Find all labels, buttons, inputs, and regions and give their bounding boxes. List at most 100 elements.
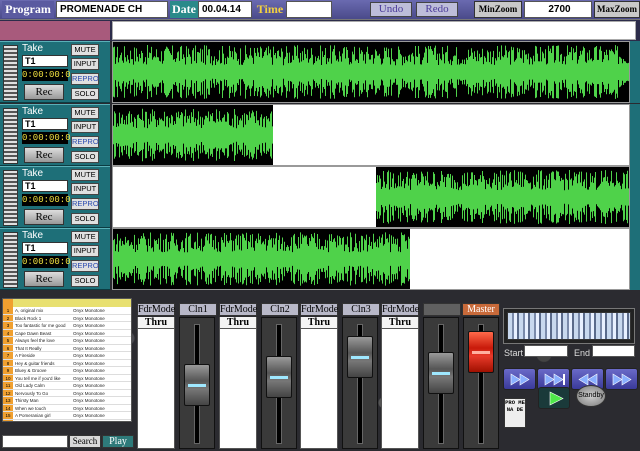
repro-button[interactable]: REPRO: [71, 260, 99, 272]
take-label: Take: [22, 43, 44, 54]
rewind-button[interactable]: [503, 368, 536, 390]
solo-button[interactable]: SOLO: [71, 213, 99, 225]
take-field[interactable]: T1: [22, 242, 68, 254]
mute-button[interactable]: MUTE: [71, 107, 99, 119]
rec-button[interactable]: Rec: [24, 84, 64, 100]
playlist-row-artist: Onyx Monotone: [73, 360, 105, 366]
playlist-row[interactable]: 7 A Fireside Onyx Monotone: [3, 352, 131, 360]
solo-button[interactable]: SOLO: [71, 88, 99, 100]
date-field[interactable]: 00.04.14: [198, 1, 252, 18]
fdrmode-value[interactable]: Thru: [220, 317, 256, 329]
playlist-row[interactable]: 10 You tell me if you'd like Onyx Monoto…: [3, 374, 131, 382]
maxzoom-button[interactable]: MaxZoom: [594, 1, 640, 18]
track-control-panel: Take T1 0:00:00:0 Rec MUTE INPUT REPRO S…: [0, 228, 110, 290]
playlist-row[interactable]: 8 Hey & guitar friends Onyx Monotone: [3, 359, 131, 367]
channel-fader[interactable]: [342, 317, 378, 449]
mute-button[interactable]: MUTE: [71, 231, 99, 243]
input-button[interactable]: INPUT: [71, 183, 99, 195]
rec-button[interactable]: Rec: [24, 209, 64, 225]
play-list-button[interactable]: Play: [102, 435, 134, 448]
playlist-row-num: 8: [3, 359, 13, 366]
master-fader-knob[interactable]: [468, 331, 494, 373]
playlist-row[interactable]: 12 Nervously To Go Onyx Monotone: [3, 389, 131, 397]
waveform-area[interactable]: [112, 166, 630, 228]
timeline-ruler[interactable]: [112, 21, 636, 40]
input-button[interactable]: INPUT: [71, 121, 99, 133]
channel-fader[interactable]: [179, 317, 215, 449]
standby-button[interactable]: Standby: [576, 385, 606, 407]
playlist-row[interactable]: 13 Thirsty Man Onyx Monotone: [3, 397, 131, 405]
playlist-table[interactable]: 1 A, original mix Onyx Monotone 2 Black …: [2, 298, 132, 422]
rec-button[interactable]: Rec: [24, 147, 64, 163]
playlist-row[interactable]: 6 That It Really Onyx Monotone: [3, 344, 131, 352]
search-input[interactable]: [2, 435, 68, 448]
minzoom-button[interactable]: MinZoom: [474, 1, 522, 18]
playlist-row[interactable]: 14 When we touch Onyx Monotone: [3, 404, 131, 412]
redo-button[interactable]: Redo: [416, 2, 458, 17]
take-label: Take: [22, 230, 44, 241]
solo-button[interactable]: SOLO: [71, 151, 99, 163]
undo-button[interactable]: Undo: [370, 2, 412, 17]
playlist-row[interactable]: 16 Go ahead to take you home Onyx Monoto…: [3, 419, 131, 421]
repro-button[interactable]: REPRO: [71, 136, 99, 148]
input-button[interactable]: INPUT: [71, 58, 99, 70]
play-button[interactable]: [538, 387, 570, 409]
search-button[interactable]: Search: [69, 435, 101, 448]
playlist-row[interactable]: 11 Old Lady Calm Onyx Monotone: [3, 382, 131, 390]
fdrmode-value[interactable]: Thru: [301, 317, 337, 329]
playlist-row-title: Hey & guitar friends: [15, 360, 55, 366]
fdrmode-value[interactable]: Thru: [382, 317, 418, 329]
waveform: [113, 229, 410, 289]
playlist-header-num: [3, 299, 13, 307]
playlist-row[interactable]: 4 Cape Dawn Beast Onyx Monotone: [3, 329, 131, 337]
playlist-row[interactable]: 5 Always feel the love Onyx Monotone: [3, 337, 131, 345]
repro-button[interactable]: REPRO: [71, 198, 99, 210]
fdrmode-panel[interactable]: [381, 317, 419, 449]
skip-forward-button[interactable]: [605, 368, 638, 390]
play-icon: [549, 391, 564, 406]
playlist-row[interactable]: 15 A Pomeranian girl Onyx Monotone: [3, 412, 131, 420]
zoom-field[interactable]: 2700: [524, 1, 592, 18]
playlist-header-title: [13, 299, 71, 307]
input-button[interactable]: INPUT: [71, 245, 99, 257]
playlist-row[interactable]: 2 Black Rock 1 Onyx Monotone: [3, 314, 131, 322]
playlist-row-artist: Onyx Monotone: [73, 308, 105, 313]
channel-label: Cln1: [179, 303, 217, 316]
mute-button[interactable]: MUTE: [71, 169, 99, 181]
waveform-area[interactable]: [112, 104, 630, 166]
repro-button[interactable]: REPRO: [71, 73, 99, 85]
program-field[interactable]: PROMENADE CH: [56, 1, 168, 18]
fader-knob[interactable]: [347, 336, 373, 378]
fader-knob[interactable]: [428, 352, 454, 394]
channel-fader[interactable]: [261, 317, 297, 449]
playlist-row[interactable]: 9 Bluey & Groove Onyx Monotone: [3, 367, 131, 375]
playlist-row-num: 6: [3, 344, 13, 351]
end-field[interactable]: [592, 345, 635, 357]
rec-button[interactable]: Rec: [24, 271, 64, 287]
fdrmode-panel[interactable]: [219, 317, 257, 449]
channel-fader[interactable]: [423, 317, 459, 449]
fdrmode-value[interactable]: Thru: [138, 317, 174, 329]
playlist-row[interactable]: 3 Too fantastic for me good Onyx Monoton…: [3, 322, 131, 330]
take-label: Take: [22, 106, 44, 117]
start-field[interactable]: [524, 345, 568, 357]
fader-knob[interactable]: [266, 356, 292, 398]
master-fader[interactable]: [463, 317, 499, 449]
time-field[interactable]: [286, 1, 332, 18]
take-field[interactable]: T1: [22, 180, 68, 192]
track-ruler: [3, 108, 18, 164]
waveform-area[interactable]: [112, 228, 630, 290]
solo-button[interactable]: SOLO: [71, 275, 99, 287]
playlist-row[interactable]: 1 A, original mix Onyx Monotone: [3, 307, 131, 315]
fdrmode-panel[interactable]: [300, 317, 338, 449]
fdrmode-panel[interactable]: [137, 317, 175, 449]
track-edge: [630, 166, 640, 228]
take-field[interactable]: T1: [22, 55, 68, 67]
waveform-area[interactable]: [112, 41, 630, 103]
track-2: Take T1 0:00:00:0 Rec MUTE INPUT REPRO S…: [0, 104, 640, 166]
playlist-row-num: 16: [3, 419, 13, 421]
playlist-row-num: 3: [3, 322, 13, 329]
fader-knob[interactable]: [184, 364, 210, 406]
take-field[interactable]: T1: [22, 118, 68, 130]
mute-button[interactable]: MUTE: [71, 44, 99, 56]
